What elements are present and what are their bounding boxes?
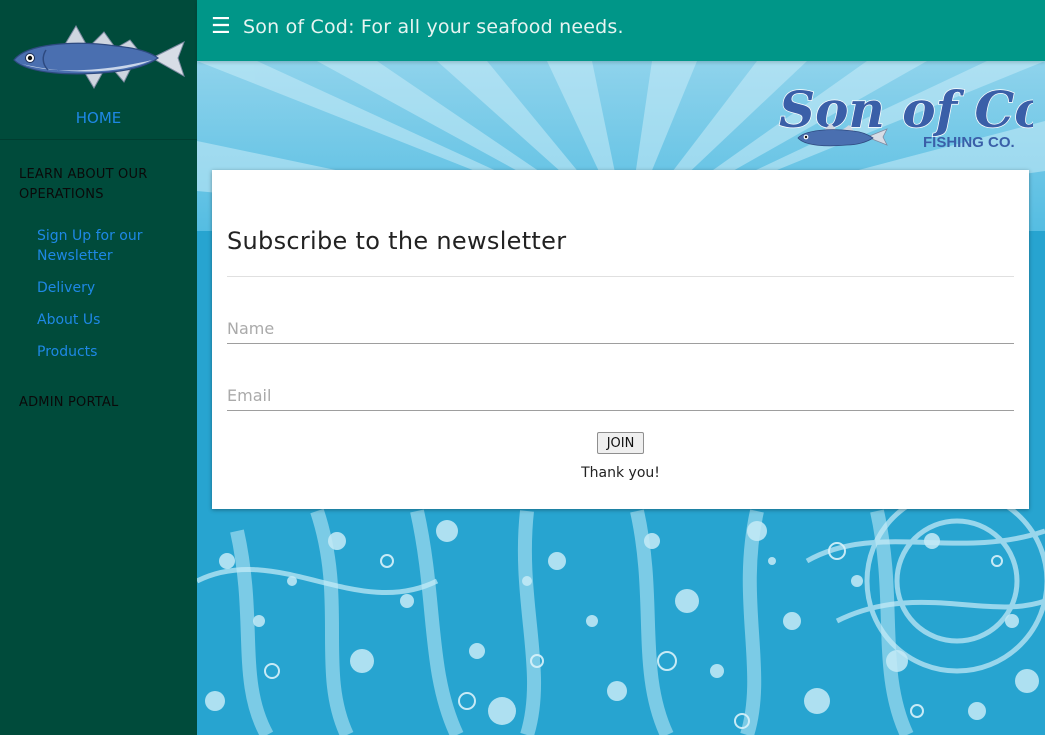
svg-text:FISHING CO.: FISHING CO. bbox=[923, 134, 1015, 151]
svg-text:Son of Cod: Son of Cod bbox=[779, 80, 1033, 139]
newsletter-card: Subscribe to the newsletter JOIN Thank y… bbox=[212, 170, 1029, 509]
sidebar-item-products[interactable]: Products bbox=[37, 342, 187, 362]
email-input[interactable] bbox=[227, 380, 1014, 411]
main-content: Son of Cod FISHING CO. Subscribe to the … bbox=[197, 61, 1045, 735]
sidebar-item-delivery[interactable]: Delivery bbox=[37, 278, 187, 298]
top-app-bar: ☰ Son of Cod: For all your seafood needs… bbox=[197, 0, 1045, 61]
sidebar-item-newsletter[interactable]: Sign Up for our Newsletter bbox=[37, 226, 187, 266]
fish-logo-icon bbox=[13, 25, 185, 89]
sidebar-item-about-us[interactable]: About Us bbox=[37, 310, 187, 330]
divider bbox=[227, 276, 1014, 277]
status-message: Thank you! bbox=[581, 465, 660, 481]
sidebar: HOME LEARN ABOUT OUR OPERATIONS Sign Up … bbox=[0, 0, 197, 735]
sidebar-heading-admin-portal[interactable]: ADMIN PORTAL bbox=[19, 393, 179, 413]
hamburger-menu-icon[interactable]: ☰ bbox=[211, 13, 231, 41]
name-input[interactable] bbox=[227, 313, 1014, 344]
sidebar-logo-area: HOME bbox=[0, 0, 197, 140]
sidebar-heading-operations: LEARN ABOUT OUR OPERATIONS bbox=[19, 167, 148, 202]
page-title: Son of Cod: For all your seafood needs. bbox=[243, 16, 624, 38]
son-of-cod-logo: Son of Cod FISHING CO. bbox=[778, 79, 1033, 151]
join-button[interactable]: JOIN bbox=[597, 432, 644, 454]
newsletter-heading: Subscribe to the newsletter bbox=[227, 227, 567, 255]
sidebar-home-link[interactable]: HOME bbox=[0, 109, 197, 127]
